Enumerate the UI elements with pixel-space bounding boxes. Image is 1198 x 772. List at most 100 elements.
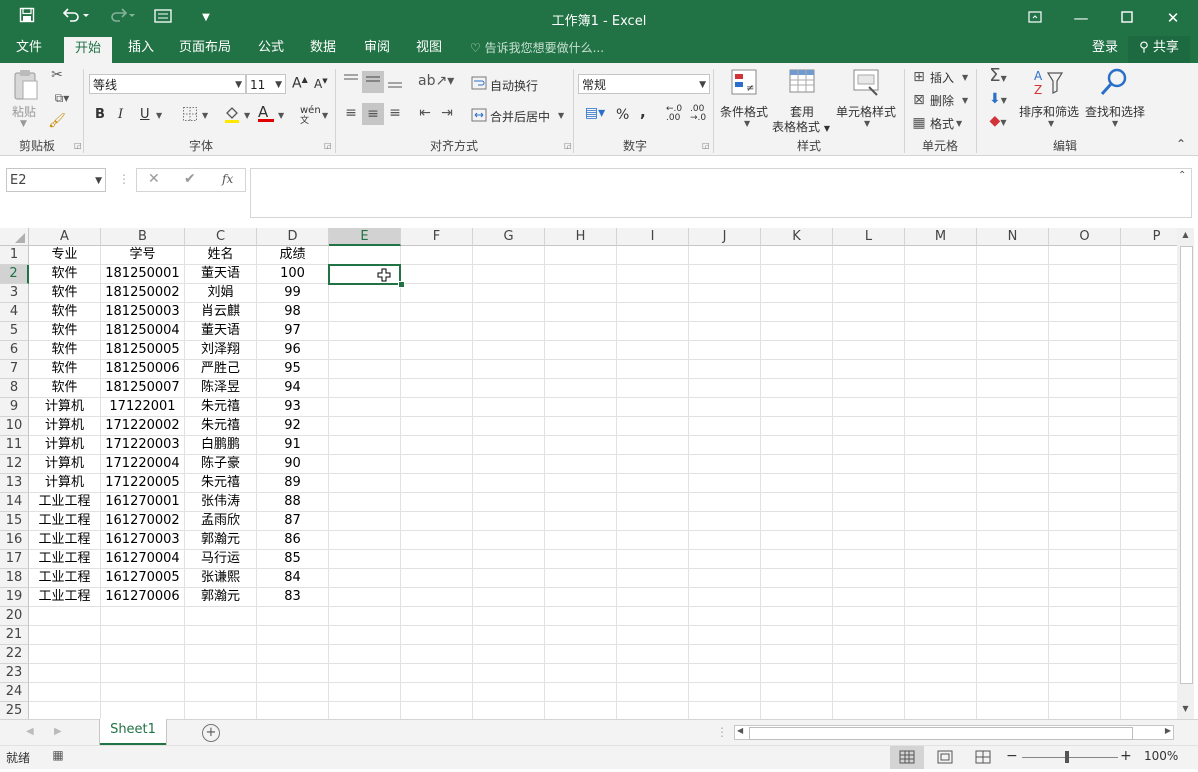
- cell-p18[interactable]: [1121, 569, 1177, 588]
- cell-o7[interactable]: [1049, 360, 1121, 379]
- scroll-left-icon[interactable]: ◀: [737, 726, 743, 735]
- column-header-o[interactable]: O: [1049, 228, 1121, 246]
- cell-b8[interactable]: 181250007: [101, 379, 185, 398]
- cell-f23[interactable]: [401, 664, 473, 683]
- cell-c6[interactable]: 刘泽翔: [185, 341, 257, 360]
- cell-h8[interactable]: [545, 379, 617, 398]
- cell-m22[interactable]: [905, 645, 977, 664]
- minimize-icon[interactable]: —: [1058, 0, 1104, 36]
- cell-f21[interactable]: [401, 626, 473, 645]
- cell-i5[interactable]: [617, 322, 689, 341]
- cell-l2[interactable]: [833, 265, 905, 284]
- borders-dropdown-icon[interactable]: ▼: [202, 111, 208, 120]
- cell-d4[interactable]: 98: [257, 303, 329, 322]
- wrap-text-icon[interactable]: [470, 75, 488, 95]
- cell-e18[interactable]: [329, 569, 401, 588]
- cell-i11[interactable]: [617, 436, 689, 455]
- cell-c22[interactable]: [185, 645, 257, 664]
- cell-p25[interactable]: [1121, 702, 1177, 719]
- cell-p13[interactable]: [1121, 474, 1177, 493]
- cell-m20[interactable]: [905, 607, 977, 626]
- cell-p17[interactable]: [1121, 550, 1177, 569]
- cell-c7[interactable]: 严胜己: [185, 360, 257, 379]
- cell-f5[interactable]: [401, 322, 473, 341]
- cell-g23[interactable]: [473, 664, 545, 683]
- copy-icon[interactable]: ⧉▾: [48, 91, 76, 106]
- cell-c15[interactable]: 孟雨欣: [185, 512, 257, 531]
- cell-n16[interactable]: [977, 531, 1049, 550]
- cell-h3[interactable]: [545, 284, 617, 303]
- cell-e3[interactable]: [329, 284, 401, 303]
- cell-o25[interactable]: [1049, 702, 1121, 719]
- cell-m5[interactable]: [905, 322, 977, 341]
- cell-l24[interactable]: [833, 683, 905, 702]
- font-name-combo[interactable]: 等线 ▼: [89, 74, 246, 94]
- cell-k15[interactable]: [761, 512, 833, 531]
- cell-n6[interactable]: [977, 341, 1049, 360]
- cell-o2[interactable]: [1049, 265, 1121, 284]
- cell-a2[interactable]: 软件: [29, 265, 101, 284]
- cell-e14[interactable]: [329, 493, 401, 512]
- row-header-20[interactable]: 20: [0, 607, 29, 626]
- font-size-combo[interactable]: 11 ▼: [246, 74, 286, 94]
- cell-c20[interactable]: [185, 607, 257, 626]
- cell-f16[interactable]: [401, 531, 473, 550]
- cell-c13[interactable]: 朱元禧: [185, 474, 257, 493]
- row-header-4[interactable]: 4: [0, 303, 29, 322]
- vertical-scrollbar[interactable]: ▲ ▼: [1177, 228, 1194, 719]
- cell-k7[interactable]: [761, 360, 833, 379]
- cell-i17[interactable]: [617, 550, 689, 569]
- cell-l16[interactable]: [833, 531, 905, 550]
- row-header-14[interactable]: 14: [0, 493, 29, 512]
- normal-view-button[interactable]: [890, 746, 924, 769]
- cell-l12[interactable]: [833, 455, 905, 474]
- cell-h17[interactable]: [545, 550, 617, 569]
- sort-filter-button[interactable]: 排序和筛选: [1019, 103, 1079, 120]
- cell-p8[interactable]: [1121, 379, 1177, 398]
- cell-e15[interactable]: [329, 512, 401, 531]
- cell-n10[interactable]: [977, 417, 1049, 436]
- cell-i20[interactable]: [617, 607, 689, 626]
- cell-i24[interactable]: [617, 683, 689, 702]
- cell-h7[interactable]: [545, 360, 617, 379]
- cell-e21[interactable]: [329, 626, 401, 645]
- find-select-button[interactable]: 查找和选择: [1085, 103, 1145, 120]
- cell-d17[interactable]: 85: [257, 550, 329, 569]
- cell-b17[interactable]: 161270004: [101, 550, 185, 569]
- cell-b25[interactable]: [101, 702, 185, 719]
- cell-k1[interactable]: [761, 246, 833, 265]
- cell-m11[interactable]: [905, 436, 977, 455]
- cell-k21[interactable]: [761, 626, 833, 645]
- cell-l7[interactable]: [833, 360, 905, 379]
- cell-h1[interactable]: [545, 246, 617, 265]
- column-header-k[interactable]: K: [761, 228, 833, 246]
- cell-n13[interactable]: [977, 474, 1049, 493]
- cell-f13[interactable]: [401, 474, 473, 493]
- ribbon-display-icon[interactable]: [1012, 0, 1058, 36]
- cell-g13[interactable]: [473, 474, 545, 493]
- format-table-button[interactable]: 表格格式 ▼: [772, 118, 830, 135]
- cell-k23[interactable]: [761, 664, 833, 683]
- cell-o9[interactable]: [1049, 398, 1121, 417]
- column-header-m[interactable]: M: [905, 228, 977, 246]
- cell-e7[interactable]: [329, 360, 401, 379]
- cell-p14[interactable]: [1121, 493, 1177, 512]
- bold-button[interactable]: B: [95, 107, 105, 122]
- cell-l21[interactable]: [833, 626, 905, 645]
- tab-review[interactable]: 审阅: [356, 36, 398, 63]
- cell-a21[interactable]: [29, 626, 101, 645]
- shrink-font-button[interactable]: A▼: [314, 77, 328, 91]
- row-header-16[interactable]: 16: [0, 531, 29, 550]
- cell-i23[interactable]: [617, 664, 689, 683]
- cell-o8[interactable]: [1049, 379, 1121, 398]
- format-cells-icon[interactable]: ▦: [910, 115, 928, 131]
- horizontal-scrollbar[interactable]: ◀ ▶: [734, 725, 1174, 740]
- row-header-10[interactable]: 10: [0, 417, 29, 436]
- row-header-24[interactable]: 24: [0, 683, 29, 702]
- cell-l3[interactable]: [833, 284, 905, 303]
- cell-j6[interactable]: [689, 341, 761, 360]
- column-header-j[interactable]: J: [689, 228, 761, 246]
- fill-color-icon[interactable]: [222, 105, 242, 127]
- cell-b1[interactable]: 学号: [101, 246, 185, 265]
- cell-p2[interactable]: [1121, 265, 1177, 284]
